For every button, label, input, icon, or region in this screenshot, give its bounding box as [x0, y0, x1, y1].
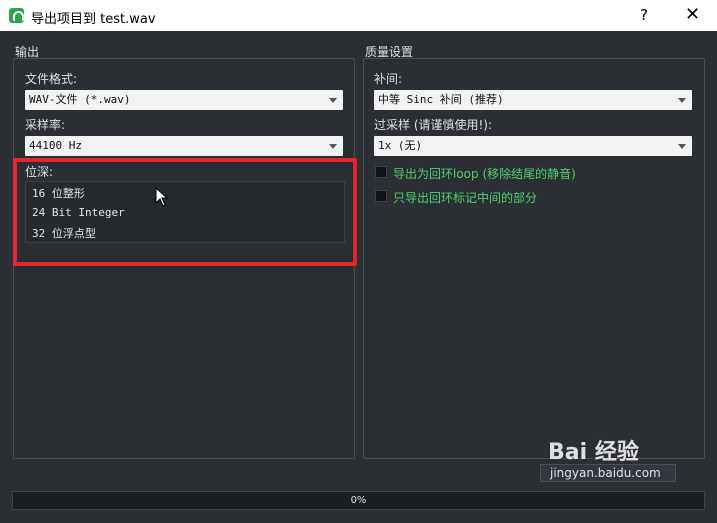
- oversampling-select[interactable]: 1x (无): [374, 136, 692, 156]
- close-button[interactable]: ✕: [685, 4, 700, 25]
- watermark-line2: jingyan.baidu.com: [550, 466, 661, 480]
- title-bar: 导出项目到 test.wav ? ✕: [0, 0, 717, 31]
- oversampling-label: 过采样 (请谨慎使用!):: [374, 118, 493, 132]
- file-format-value: WAV-文件 (*.wav): [29, 93, 131, 106]
- chevron-down-icon: [329, 98, 337, 103]
- window-title: 导出项目到 test.wav: [31, 12, 156, 27]
- export-dialog: 导出项目到 test.wav ? ✕ 输出 文件格式: WAV-文件 (*.wa…: [0, 0, 717, 523]
- oversampling-value: 1x (无): [378, 139, 423, 152]
- chevron-down-icon: [329, 144, 337, 149]
- progress-text: 0%: [350, 495, 367, 506]
- interpolation-label: 补间:: [374, 72, 403, 86]
- export-between-markers-label: 只导出回环标记中间的部分: [393, 191, 538, 205]
- export-loop-checkbox[interactable]: [375, 166, 387, 178]
- file-format-label: 文件格式:: [25, 72, 78, 86]
- red-highlight-box: [13, 158, 357, 266]
- help-button[interactable]: ?: [640, 6, 648, 24]
- sample-rate-select[interactable]: 44100 Hz: [25, 136, 343, 156]
- export-between-markers-checkbox[interactable]: [375, 190, 387, 202]
- sample-rate-value: 44100 Hz: [29, 139, 82, 152]
- interpolation-value: 中等 Sinc 补间 (推荐): [378, 93, 504, 106]
- sample-rate-label: 采样率:: [25, 118, 66, 132]
- app-icon: [9, 8, 24, 23]
- progress-bar: 0%: [12, 491, 705, 510]
- watermark-line1: Bai 经验: [548, 440, 639, 465]
- interpolation-select[interactable]: 中等 Sinc 补间 (推荐): [374, 90, 692, 110]
- file-format-select[interactable]: WAV-文件 (*.wav): [25, 90, 343, 110]
- baidu-watermark: Bai 经验 jingyan.baidu.com: [548, 440, 661, 480]
- chevron-down-icon: [678, 144, 686, 149]
- chevron-down-icon: [678, 98, 686, 103]
- mouse-pointer-icon: [155, 187, 169, 207]
- export-loop-label: 导出为回环loop (移除结尾的静音): [393, 167, 576, 181]
